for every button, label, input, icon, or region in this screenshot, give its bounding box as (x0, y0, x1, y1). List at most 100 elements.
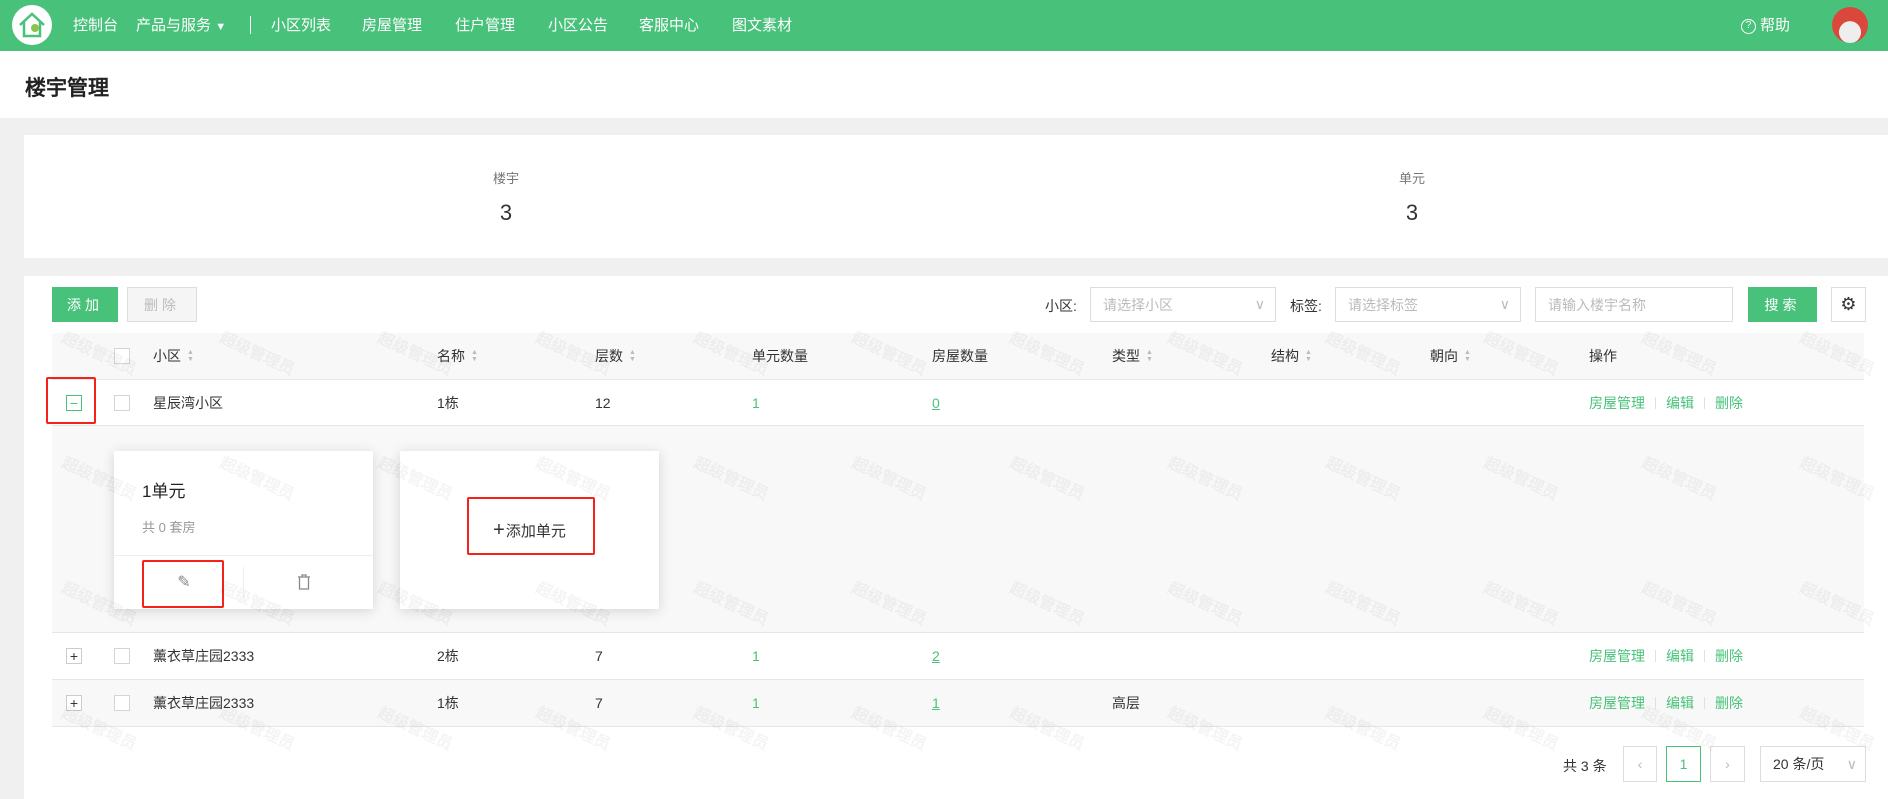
nav-customer-service[interactable]: 客服中心 (639, 0, 699, 51)
page-title: 楼宇管理 (25, 77, 109, 100)
row-checkbox[interactable] (114, 648, 130, 664)
row-checkbox[interactable] (114, 695, 130, 711)
help-label: 帮助 (1760, 17, 1791, 34)
sort-icon: ▲ ▼ (187, 349, 194, 363)
nav-community-list[interactable]: 小区列表 (271, 0, 331, 51)
col-actions: 操作 (1589, 348, 1617, 364)
col-label: 结构 (1271, 348, 1299, 364)
edit-link[interactable]: 编辑 (1666, 693, 1694, 713)
community-filter-label: 小区: (1045, 298, 1077, 314)
sort-icon: ▲ ▼ (1146, 349, 1153, 363)
unit-title: 1单元 (142, 482, 186, 501)
col-orientation[interactable]: 朝向 ▲ ▼ (1430, 333, 1471, 379)
col-floors[interactable]: 层数 ▲ ▼ (595, 333, 636, 379)
gear-icon: ⚙ (1840, 294, 1857, 314)
expand-row-button[interactable]: + (66, 695, 82, 711)
house-management-link[interactable]: 房屋管理 (1589, 646, 1645, 666)
cell-unit-count: 1 (752, 648, 760, 664)
stat-value-units: 3 (1405, 200, 1419, 225)
building-name-placeholder: 请输入楼宇名称 (1548, 296, 1646, 313)
tag-select[interactable]: 请选择标签 ∨ (1335, 287, 1521, 322)
search-button[interactable]: 搜索 (1748, 287, 1817, 322)
building-name-input[interactable]: 请输入楼宇名称 (1535, 287, 1733, 322)
chevron-down-icon: ∨ (1254, 296, 1265, 312)
delete-unit-button[interactable] (284, 563, 324, 601)
expand-row-button[interactable]: + (66, 648, 82, 664)
delete-link[interactable]: 删除 (1715, 393, 1743, 413)
col-label: 类型 (1112, 348, 1140, 364)
prev-page-button[interactable]: ‹ (1623, 746, 1657, 782)
chevron-down-icon: ∨ (1499, 296, 1510, 312)
nav-resident-management[interactable]: 住户管理 (455, 0, 515, 51)
col-unit-count: 单元数量 (752, 348, 808, 364)
settings-button[interactable]: ⚙ (1831, 287, 1866, 322)
chevron-left-icon: ‹ (1637, 756, 1643, 772)
tag-filter-label: 标签: (1290, 298, 1322, 314)
row-checkbox[interactable] (114, 394, 130, 411)
cell-floors: 7 (595, 695, 603, 711)
nav-console[interactable]: 控制台 (73, 0, 118, 51)
delete-button[interactable]: 删除 (127, 287, 197, 322)
delete-link[interactable]: 删除 (1715, 693, 1743, 713)
house-management-link[interactable]: 房屋管理 (1589, 393, 1645, 413)
nav-media-library[interactable]: 图文素材 (732, 0, 792, 51)
next-page-button[interactable]: › (1710, 746, 1745, 782)
page-size-select[interactable]: 20 条/页 ∨ (1760, 746, 1866, 782)
help-circle-icon: ? (1741, 18, 1756, 34)
cell-floors: 7 (595, 648, 603, 664)
cell-type: 高层 (1112, 695, 1140, 711)
table-row: + 薰衣草庄园2333 1栋 7 1 1 高层 房屋管理 编辑 删除 (52, 680, 1864, 727)
nav-house-management[interactable]: 房屋管理 (362, 0, 422, 51)
col-structure[interactable]: 结构 ▲ ▼ (1271, 333, 1312, 379)
select-all-checkbox[interactable] (114, 348, 130, 364)
cell-community: 薰衣草庄园2333 (153, 648, 255, 664)
nav-divider (250, 16, 251, 34)
caret-down-icon: ▼ (215, 21, 227, 33)
stats-panel (24, 135, 1888, 258)
user-avatar[interactable] (1832, 7, 1868, 43)
pagination-total: 共 3 条 (1563, 758, 1607, 774)
cell-name: 1栋 (437, 695, 459, 711)
col-name[interactable]: 名称 ▲ ▼ (437, 333, 478, 379)
chevron-right-icon: › (1725, 756, 1730, 772)
tag-placeholder: 请选择标签 (1348, 296, 1418, 313)
row-actions: 房屋管理 编辑 删除 (1589, 633, 1743, 679)
cell-unit-count: 1 (752, 695, 760, 711)
community-placeholder: 请选择小区 (1103, 296, 1173, 313)
help-link[interactable]: ? 帮助 (1741, 0, 1790, 51)
col-community[interactable]: 小区 ▲ ▼ (153, 333, 194, 379)
cell-name: 1栋 (437, 394, 459, 411)
house-count-link[interactable]: 2 (932, 648, 940, 664)
house-management-link[interactable]: 房屋管理 (1589, 693, 1645, 713)
sort-icon: ▲ ▼ (471, 349, 478, 363)
logo[interactable] (12, 5, 52, 45)
row-actions: 房屋管理 编辑 删除 (1589, 680, 1743, 726)
house-logo-icon (19, 12, 45, 38)
house-count-link[interactable]: 0 (932, 395, 940, 411)
nav-community-notice[interactable]: 小区公告 (548, 0, 608, 51)
cell-community: 薰衣草庄园2333 (153, 695, 255, 711)
stat-label-buildings: 楼宇 (492, 171, 520, 186)
sort-icon: ▲ ▼ (629, 349, 636, 363)
highlight-box (142, 560, 224, 608)
col-label: 层数 (595, 348, 623, 364)
nav-products-label: 产品与服务 (136, 17, 212, 34)
col-label: 朝向 (1430, 348, 1458, 364)
edit-link[interactable]: 编辑 (1666, 646, 1694, 666)
highlight-box (46, 377, 96, 424)
sort-icon: ▲ ▼ (1305, 349, 1312, 363)
col-house-count: 房屋数量 (932, 348, 988, 364)
page-1-button[interactable]: 1 (1666, 746, 1701, 782)
cell-community: 星辰湾小区 (153, 394, 223, 411)
chevron-down-icon: ∨ (1846, 755, 1857, 772)
nav-products-services[interactable]: 产品与服务 ▼ (136, 0, 226, 51)
edit-link[interactable]: 编辑 (1666, 393, 1694, 413)
delete-link[interactable]: 删除 (1715, 646, 1743, 666)
add-button[interactable]: 添加 (52, 287, 118, 322)
highlight-box (467, 497, 595, 555)
col-type[interactable]: 类型 ▲ ▼ (1112, 333, 1153, 379)
community-select[interactable]: 请选择小区 ∨ (1090, 287, 1276, 322)
table-row: + 薰衣草庄园2333 2栋 7 1 2 房屋管理 编辑 删除 (52, 633, 1864, 680)
cell-floors: 12 (595, 394, 611, 411)
house-count-link[interactable]: 1 (932, 695, 940, 711)
